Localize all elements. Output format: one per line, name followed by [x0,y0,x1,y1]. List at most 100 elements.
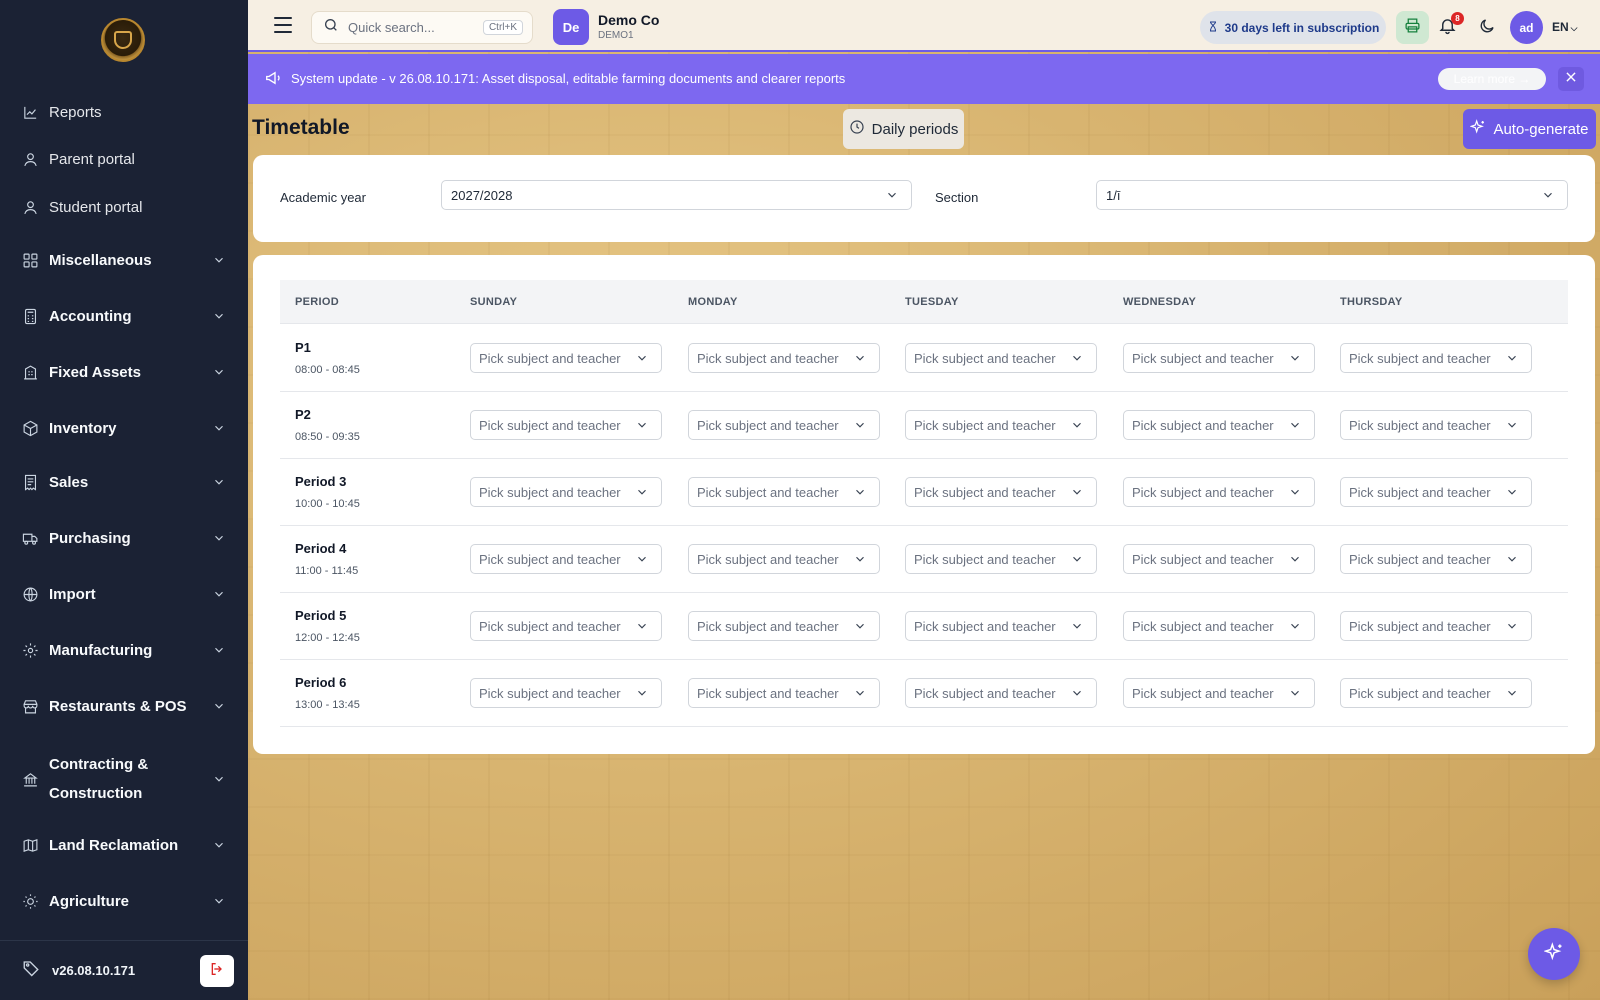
auto-generate-button[interactable]: Auto-generate [1463,109,1596,149]
menu-toggle-icon[interactable] [274,17,292,33]
select-placeholder: Pick subject and teacher [914,685,1056,701]
subject-teacher-select[interactable]: Pick subject and teacher [688,343,880,373]
box-icon [22,420,39,437]
chevron-down-icon [212,838,226,852]
user-avatar[interactable]: ad [1510,11,1543,44]
subject-teacher-select[interactable]: Pick subject and teacher [905,611,1097,641]
subject-teacher-select[interactable]: Pick subject and teacher [1123,611,1315,641]
select-placeholder: Pick subject and teacher [1132,484,1274,500]
sidebar-item[interactable]: Land Reclamation [0,825,248,865]
subject-teacher-select[interactable]: Pick subject and teacher [1123,678,1315,708]
chevron-down-icon [212,894,226,908]
chevron-down-icon [1070,686,1084,700]
sidebar-item[interactable]: Accounting [0,296,248,336]
user-icon [22,151,39,168]
sidebar: Reports Parent portal Student portal Miscel… [0,0,248,1000]
sidebar-item[interactable]: Fixed Assets [0,352,248,392]
update-banner: System update - v 26.08.10.171: Asset di… [248,54,1600,104]
assistant-button[interactable] [1528,928,1580,980]
daily-periods-button[interactable]: Daily periods [843,109,964,149]
sidebar-item-label: Student portal [49,198,143,216]
subject-teacher-select[interactable]: Pick subject and teacher [905,544,1097,574]
subject-teacher-select[interactable]: Pick subject and teacher [470,477,662,507]
sidebar-item[interactable]: Contracting & Construction [0,744,248,814]
logout-button[interactable] [200,955,234,987]
subject-teacher-select[interactable]: Pick subject and teacher [688,410,880,440]
subscription-badge[interactable]: 30 days left in subscription [1200,11,1386,44]
chevron-down-icon [1070,418,1084,432]
subject-teacher-select[interactable]: Pick subject and teacher [1123,410,1315,440]
subject-teacher-select[interactable]: Pick subject and teacher [470,678,662,708]
subject-teacher-select[interactable]: Pick subject and teacher [470,544,662,574]
sidebar-item[interactable]: Sales [0,462,248,502]
academic-year-select[interactable]: 2027/2028 [441,180,912,210]
select-placeholder: Pick subject and teacher [697,417,839,433]
theme-toggle[interactable] [1478,17,1498,37]
sidebar-item-label: Land Reclamation [49,836,179,854]
subject-teacher-select[interactable]: Pick subject and teacher [470,343,662,373]
map-icon [22,837,39,854]
subject-teacher-select[interactable]: Pick subject and teacher [905,477,1097,507]
language-selector[interactable]: EN ⌵ [1552,20,1578,34]
subject-teacher-select[interactable]: Pick subject and teacher [1340,477,1532,507]
subject-teacher-select[interactable]: Pick subject and teacher [1340,678,1532,708]
section-select[interactable]: 1/ī [1096,180,1568,210]
subject-teacher-select[interactable]: Pick subject and teacher [688,611,880,641]
timetable-header: PERIOD SUNDAY MONDAY TUESDAY WEDNESDAY THURSD… [280,280,1568,324]
company-name[interactable]: Demo Co [598,12,659,28]
chevron-down-icon [635,686,649,700]
sidebar-item[interactable]: Purchasing [0,518,248,558]
subject-teacher-select[interactable]: Pick subject and teacher [905,410,1097,440]
subject-teacher-select[interactable]: Pick subject and teacher [470,611,662,641]
period-name: Period 3 [295,474,347,489]
subject-teacher-select[interactable]: Pick subject and teacher [1123,477,1315,507]
sidebar-item[interactable]: Miscellaneous [0,240,248,280]
company-logo[interactable] [101,18,145,62]
sidebar-item-label: Accounting [49,307,132,325]
sidebar-item[interactable]: Agriculture [0,881,248,921]
select-placeholder: Pick subject and teacher [1132,685,1274,701]
subject-teacher-select[interactable]: Pick subject and teacher [1340,410,1532,440]
auto-generate-label: Auto-generate [1493,120,1589,138]
subject-teacher-select[interactable]: Pick subject and teacher [1340,343,1532,373]
select-placeholder: Pick subject and teacher [914,551,1056,567]
chevron-down-icon [635,485,649,499]
sidebar-item-label-line: Contracting & [49,756,149,773]
chevron-down-icon [212,309,226,323]
company-avatar[interactable]: De [553,9,589,45]
sidebar-item[interactable]: Reports [0,95,248,129]
sidebar-item[interactable]: Import [0,574,248,614]
subject-teacher-select[interactable]: Pick subject and teacher [1123,544,1315,574]
select-placeholder: Pick subject and teacher [1349,484,1491,500]
subject-teacher-select[interactable]: Pick subject and teacher [688,678,880,708]
chart-line-icon [22,104,39,121]
select-placeholder: Pick subject and teacher [697,685,839,701]
learn-more-button[interactable]: Learn more → [1438,68,1546,90]
subject-teacher-select[interactable]: Pick subject and teacher [905,678,1097,708]
sidebar-item-label: Reports [49,103,102,121]
logout-icon [209,961,225,982]
sidebar-item[interactable]: Parent portal [0,142,248,176]
sidebar-item[interactable]: Student portal [0,190,248,224]
subject-teacher-select[interactable]: Pick subject and teacher [688,544,880,574]
select-placeholder: Pick subject and teacher [1132,618,1274,634]
close-icon [1564,70,1578,89]
search-input[interactable]: Quick search... Ctrl+K [311,11,533,44]
select-placeholder: Pick subject and teacher [914,484,1056,500]
column-header: MONDAY [688,296,738,308]
select-placeholder: Pick subject and teacher [479,484,621,500]
banner-close-button[interactable] [1558,67,1584,91]
sidebar-item[interactable]: Inventory [0,408,248,448]
print-button[interactable] [1396,11,1429,44]
sidebar-item[interactable]: Manufacturing [0,630,248,670]
subject-teacher-select[interactable]: Pick subject and teacher [688,477,880,507]
period-time: 12:00 - 12:45 [295,632,360,644]
subject-teacher-select[interactable]: Pick subject and teacher [905,343,1097,373]
sidebar-item[interactable]: Restaurants & POS [0,686,248,726]
subject-teacher-select[interactable]: Pick subject and teacher [1340,544,1532,574]
subject-teacher-select[interactable]: Pick subject and teacher [470,410,662,440]
select-placeholder: Pick subject and teacher [479,417,621,433]
subject-teacher-select[interactable]: Pick subject and teacher [1123,343,1315,373]
select-placeholder: Pick subject and teacher [697,484,839,500]
subject-teacher-select[interactable]: Pick subject and teacher [1340,611,1532,641]
